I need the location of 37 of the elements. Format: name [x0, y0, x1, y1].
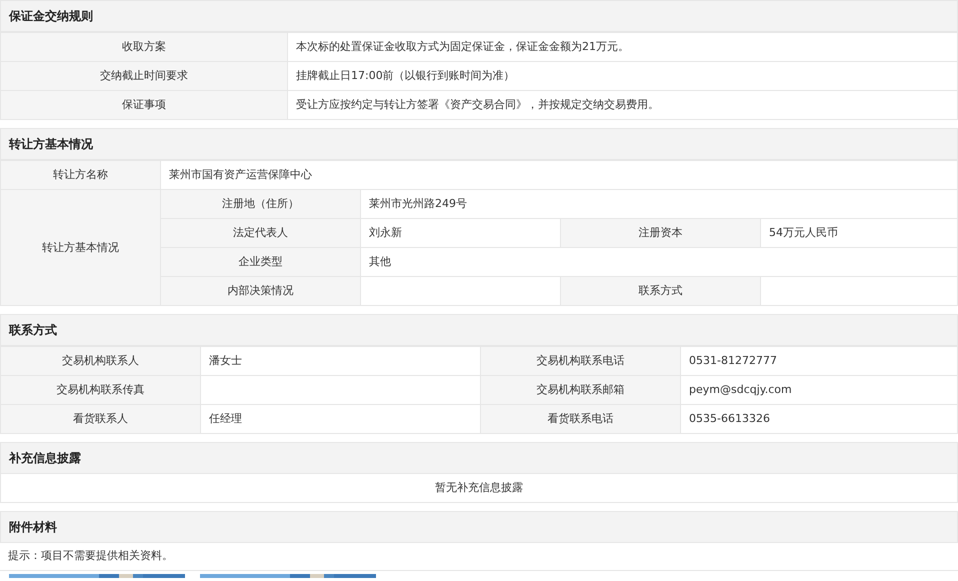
section-header: 附件材料 — [0, 511, 958, 543]
label-cell: 交易机构联系邮箱 — [480, 376, 680, 404]
section-header: 补充信息披露 — [0, 442, 958, 474]
value-cell: 刘永新 — [360, 218, 560, 248]
label-cell: 法定代表人 — [160, 218, 360, 248]
label-cell: 交易机构联系人 — [0, 346, 200, 376]
label-cell: 注册资本 — [560, 218, 760, 248]
label-cell: 交易机构联系电话 — [480, 346, 680, 376]
value-cell: 0531-81272777 — [680, 346, 958, 376]
value-cell: 受让方应按约定与转让方签署《资产交易合同》，并按规定交纳交易费用。 — [288, 90, 958, 120]
label-cell: 看货联系人 — [0, 404, 200, 434]
label-cell: 注册地（住所） — [160, 190, 360, 218]
label-cell: 交易机构联系传真 — [0, 376, 200, 404]
label-cell: 保证事项 — [0, 90, 288, 120]
value-cell: 潘女士 — [200, 346, 480, 376]
label-cell: 交纳截止时间要求 — [0, 62, 288, 90]
value-cell: 挂牌截止日17:00前（以银行到账时间为准） — [288, 62, 958, 90]
value-cell: 莱州市国有资产运营保障中心 — [160, 160, 958, 190]
notice-text: 暂无补充信息披露 — [435, 480, 523, 496]
value-cell: 莱州市光州路249号 — [360, 190, 958, 218]
label-cell: 转让方名称 — [0, 160, 160, 190]
label-cell: 内部决策情况 — [160, 276, 360, 306]
label-cell: 转让方基本情况 — [0, 190, 160, 306]
label-cell: 联系方式 — [560, 276, 760, 306]
section-header: 保证金交纳规则 — [0, 0, 958, 32]
label-cell: 企业类型 — [160, 248, 360, 276]
value-cell: 0535-6613326 — [680, 404, 958, 434]
value-cell: 任经理 — [200, 404, 480, 434]
value-cell: 54万元人民币 — [760, 218, 958, 248]
value-cell: 本次标的处置保证金收取方式为固定保证金，保证金金额为21万元。 — [288, 32, 958, 62]
label-cell: 收取方案 — [0, 32, 288, 62]
label-cell: 看货联系电话 — [480, 404, 680, 434]
value-cell: peym@sdcqjy.com — [680, 376, 958, 404]
section-header: 转让方基本情况 — [0, 128, 958, 160]
value-cell: 其他 — [360, 248, 958, 276]
section-header: 联系方式 — [0, 314, 958, 346]
hint-text: 提示：项目不需要提供相关资料。 — [8, 548, 173, 564]
